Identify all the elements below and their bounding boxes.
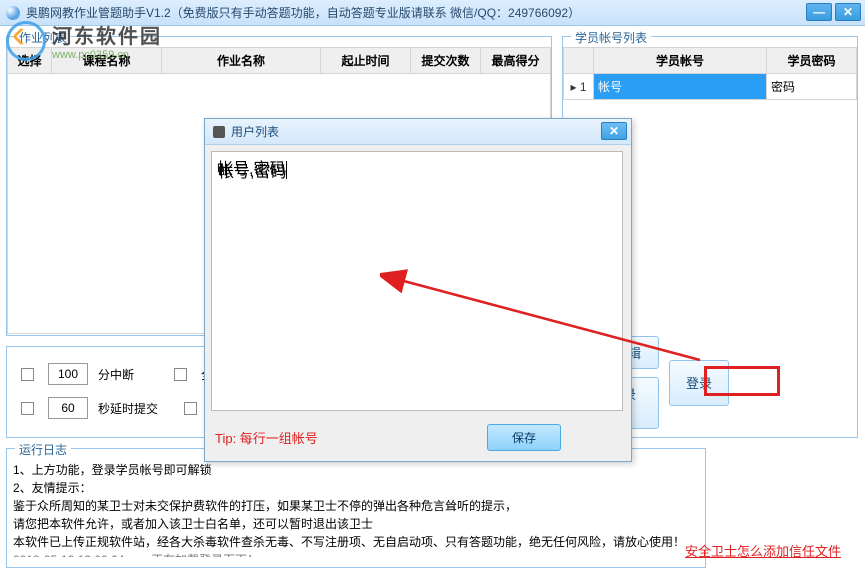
delay-input[interactable]: 60 [48,397,88,419]
accounts-group-title: 学员帐号列表 [571,29,651,46]
cell-account: 帐号 [594,74,767,100]
close-button[interactable]: ✕ [835,3,861,21]
label-break: 分中断 [98,366,134,383]
minimize-button[interactable]: — [806,3,832,21]
checkbox-delay[interactable] [21,402,34,415]
dialog-close-button[interactable]: ✕ [601,122,627,140]
row-indicator-icon: ▸ 1 [564,74,594,100]
checkbox-remain[interactable] [184,402,197,415]
col-time: 起止时间 [321,48,411,74]
table-row[interactable]: ▸ 1 帐号 密码 [564,74,857,100]
app-icon [6,6,20,20]
checkbox-selectall[interactable] [174,368,187,381]
save-button[interactable]: 保存 [487,424,561,451]
col-blank [564,48,594,74]
window-controls: — ✕ [806,3,861,21]
trust-link[interactable]: 安全卫士怎么添加信任文件 [685,541,841,560]
log-group-title: 运行日志 [15,441,71,458]
col-score: 最高得分 [481,48,551,74]
window-title: 奥鹏网教作业管题助手V1.2（免费版只有手动答题功能，自动答题专业版请联系 微信… [26,4,580,21]
accounts-textarea[interactable] [211,151,623,411]
col-password: 学员密码 [767,48,857,74]
log-line: 鉴于众所周知的某卫士对未交保护费软件的打压，如果某卫士不停的弹出各种危言耸听的提… [13,497,699,515]
break-input[interactable]: 100 [48,363,88,385]
log-line: 2018-05-19 13:09:04 正在加载登录页面！ [13,551,699,557]
dialog-title: 用户列表 [231,123,279,140]
dialog-icon [213,126,225,138]
checkbox-break[interactable] [21,368,34,381]
dialog-titlebar: 用户列表 ✕ [205,119,631,145]
accounts-table: 学员帐号 学员密码 ▸ 1 帐号 密码 [563,47,857,100]
watermark-name: 河东软件园 [52,20,162,49]
dialog-tip: Tip: 每行一组帐号 [215,428,318,447]
watermark-url: www.pc0359.cn [52,49,162,61]
log-line: 2、友情提示： [13,479,699,497]
log-line: 1、上方功能，登录学员帐号即可解锁 [13,461,699,479]
log-line: 本软件已上传正规软件站，经各大杀毒软件查杀无毒、不写注册项、无自启动项、只有答题… [13,533,699,551]
watermark-logo-icon [6,21,46,61]
log-line: 请您把本软件允许，或者加入该卫士白名单，还可以暂时退出该卫士 [13,515,699,533]
log-body: 1、上方功能，登录学员帐号即可解锁 2、友情提示： 鉴于众所周知的某卫士对未交保… [13,461,699,557]
log-group: 运行日志 1、上方功能，登录学员帐号即可解锁 2、友情提示： 鉴于众所周知的某卫… [6,448,706,568]
col-submit: 提交次数 [411,48,481,74]
label-delay: 秒延时提交 [98,400,158,417]
cell-password: 密码 [767,74,857,100]
watermark: 河东软件园 www.pc0359.cn [6,20,162,61]
col-name: 作业名称 [162,48,321,74]
highlight-box [704,366,780,396]
col-account: 学员帐号 [594,48,767,74]
user-list-dialog: 用户列表 ✕ 帐号,密码 Tip: 每行一组帐号 保存 [204,118,632,462]
